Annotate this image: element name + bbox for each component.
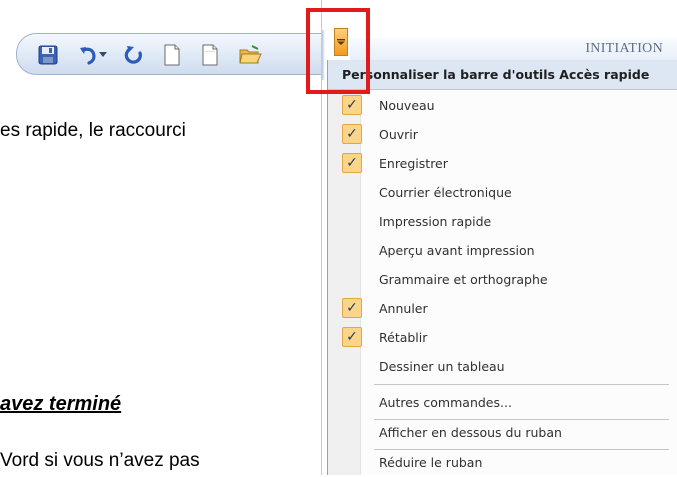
customize-toolbar-dropdown-button[interactable]	[334, 28, 348, 56]
document-heading: avez terminé	[0, 393, 122, 415]
new-document-button[interactable]	[159, 42, 185, 68]
menu-separator	[374, 384, 669, 385]
menu-item-nouveau[interactable]: ✓ Nouveau	[328, 91, 677, 120]
menu-item-apercu-avant-impression[interactable]: Aperçu avant impression	[328, 236, 677, 265]
menu-item-label: Rétablir	[379, 330, 428, 345]
menu-item-label: Aperçu avant impression	[379, 243, 535, 258]
redo-button[interactable]	[121, 42, 147, 68]
check-icon: ✓	[342, 124, 362, 144]
menu-item-label: Réduire le ruban	[379, 455, 483, 470]
customize-toolbar-menu: Personnaliser la barre d'outils Accès ra…	[327, 60, 677, 475]
menu-item-label: Autres commandes...	[379, 395, 512, 410]
menu-header: Personnaliser la barre d'outils Accès ra…	[328, 60, 677, 90]
check-icon: ✓	[342, 327, 362, 347]
menu-item-label: Impression rapide	[379, 214, 492, 229]
toolbar-separator	[322, 30, 325, 80]
chevron-down-icon	[337, 39, 345, 45]
new-document-icon	[164, 44, 180, 66]
menu-item-label: Ouvrir	[379, 127, 418, 142]
menu-item-grammaire-orthographe[interactable]: Grammaire et orthographe	[328, 265, 677, 294]
blank-page-button[interactable]	[197, 42, 223, 68]
menu-item-label: Dessiner un tableau	[379, 359, 505, 374]
menu-item-afficher-dessous-ruban[interactable]: Afficher en dessous du ruban	[328, 418, 677, 447]
quick-access-toolbar	[16, 33, 324, 75]
menu-item-ouvrir[interactable]: ✓ Ouvrir	[328, 120, 677, 149]
menu-item-label: Afficher en dessous du ruban	[379, 425, 562, 440]
menu-item-label: Annuler	[379, 301, 428, 316]
document-text-line: es rapide, le raccourci	[0, 120, 186, 141]
check-icon: ✓	[342, 298, 362, 318]
ribbon-tab-area: INITIATION	[350, 38, 677, 62]
menu-item-label: Courrier électronique	[379, 185, 512, 200]
ribbon-tab-label[interactable]: INITIATION	[585, 41, 663, 57]
menu-item-reduire-ruban[interactable]: Réduire le ruban	[328, 448, 677, 477]
menu-item-label: Enregistrer	[379, 156, 448, 171]
menu-item-impression-rapide[interactable]: Impression rapide	[328, 207, 677, 236]
redo-icon	[124, 46, 142, 64]
menu-item-enregistrer[interactable]: ✓ Enregistrer	[328, 149, 677, 178]
menu-item-label: Nouveau	[379, 98, 435, 113]
open-folder-icon	[239, 45, 262, 64]
save-button[interactable]	[35, 42, 61, 68]
check-icon: ✓	[342, 95, 362, 115]
menu-item-label: Grammaire et orthographe	[379, 272, 548, 287]
check-icon: ✓	[342, 153, 362, 173]
menu-item-retablir[interactable]: ✓ Rétablir	[328, 323, 677, 352]
undo-dropdown-button[interactable]	[97, 42, 109, 68]
document-text-line: Vord si vous n’avez pas	[0, 450, 200, 471]
chevron-down-icon	[99, 52, 107, 57]
blank-page-icon	[202, 44, 218, 66]
window-divider	[321, 0, 322, 475]
save-icon	[38, 45, 58, 65]
menu-item-autres-commandes[interactable]: Autres commandes...	[328, 388, 677, 417]
menu-item-annuler[interactable]: ✓ Annuler	[328, 294, 677, 323]
menu-item-dessiner-tableau[interactable]: Dessiner un tableau	[328, 352, 677, 381]
open-button[interactable]	[237, 42, 263, 68]
menu-item-courrier-electronique[interactable]: Courrier électronique	[328, 178, 677, 207]
undo-icon	[80, 47, 96, 65]
